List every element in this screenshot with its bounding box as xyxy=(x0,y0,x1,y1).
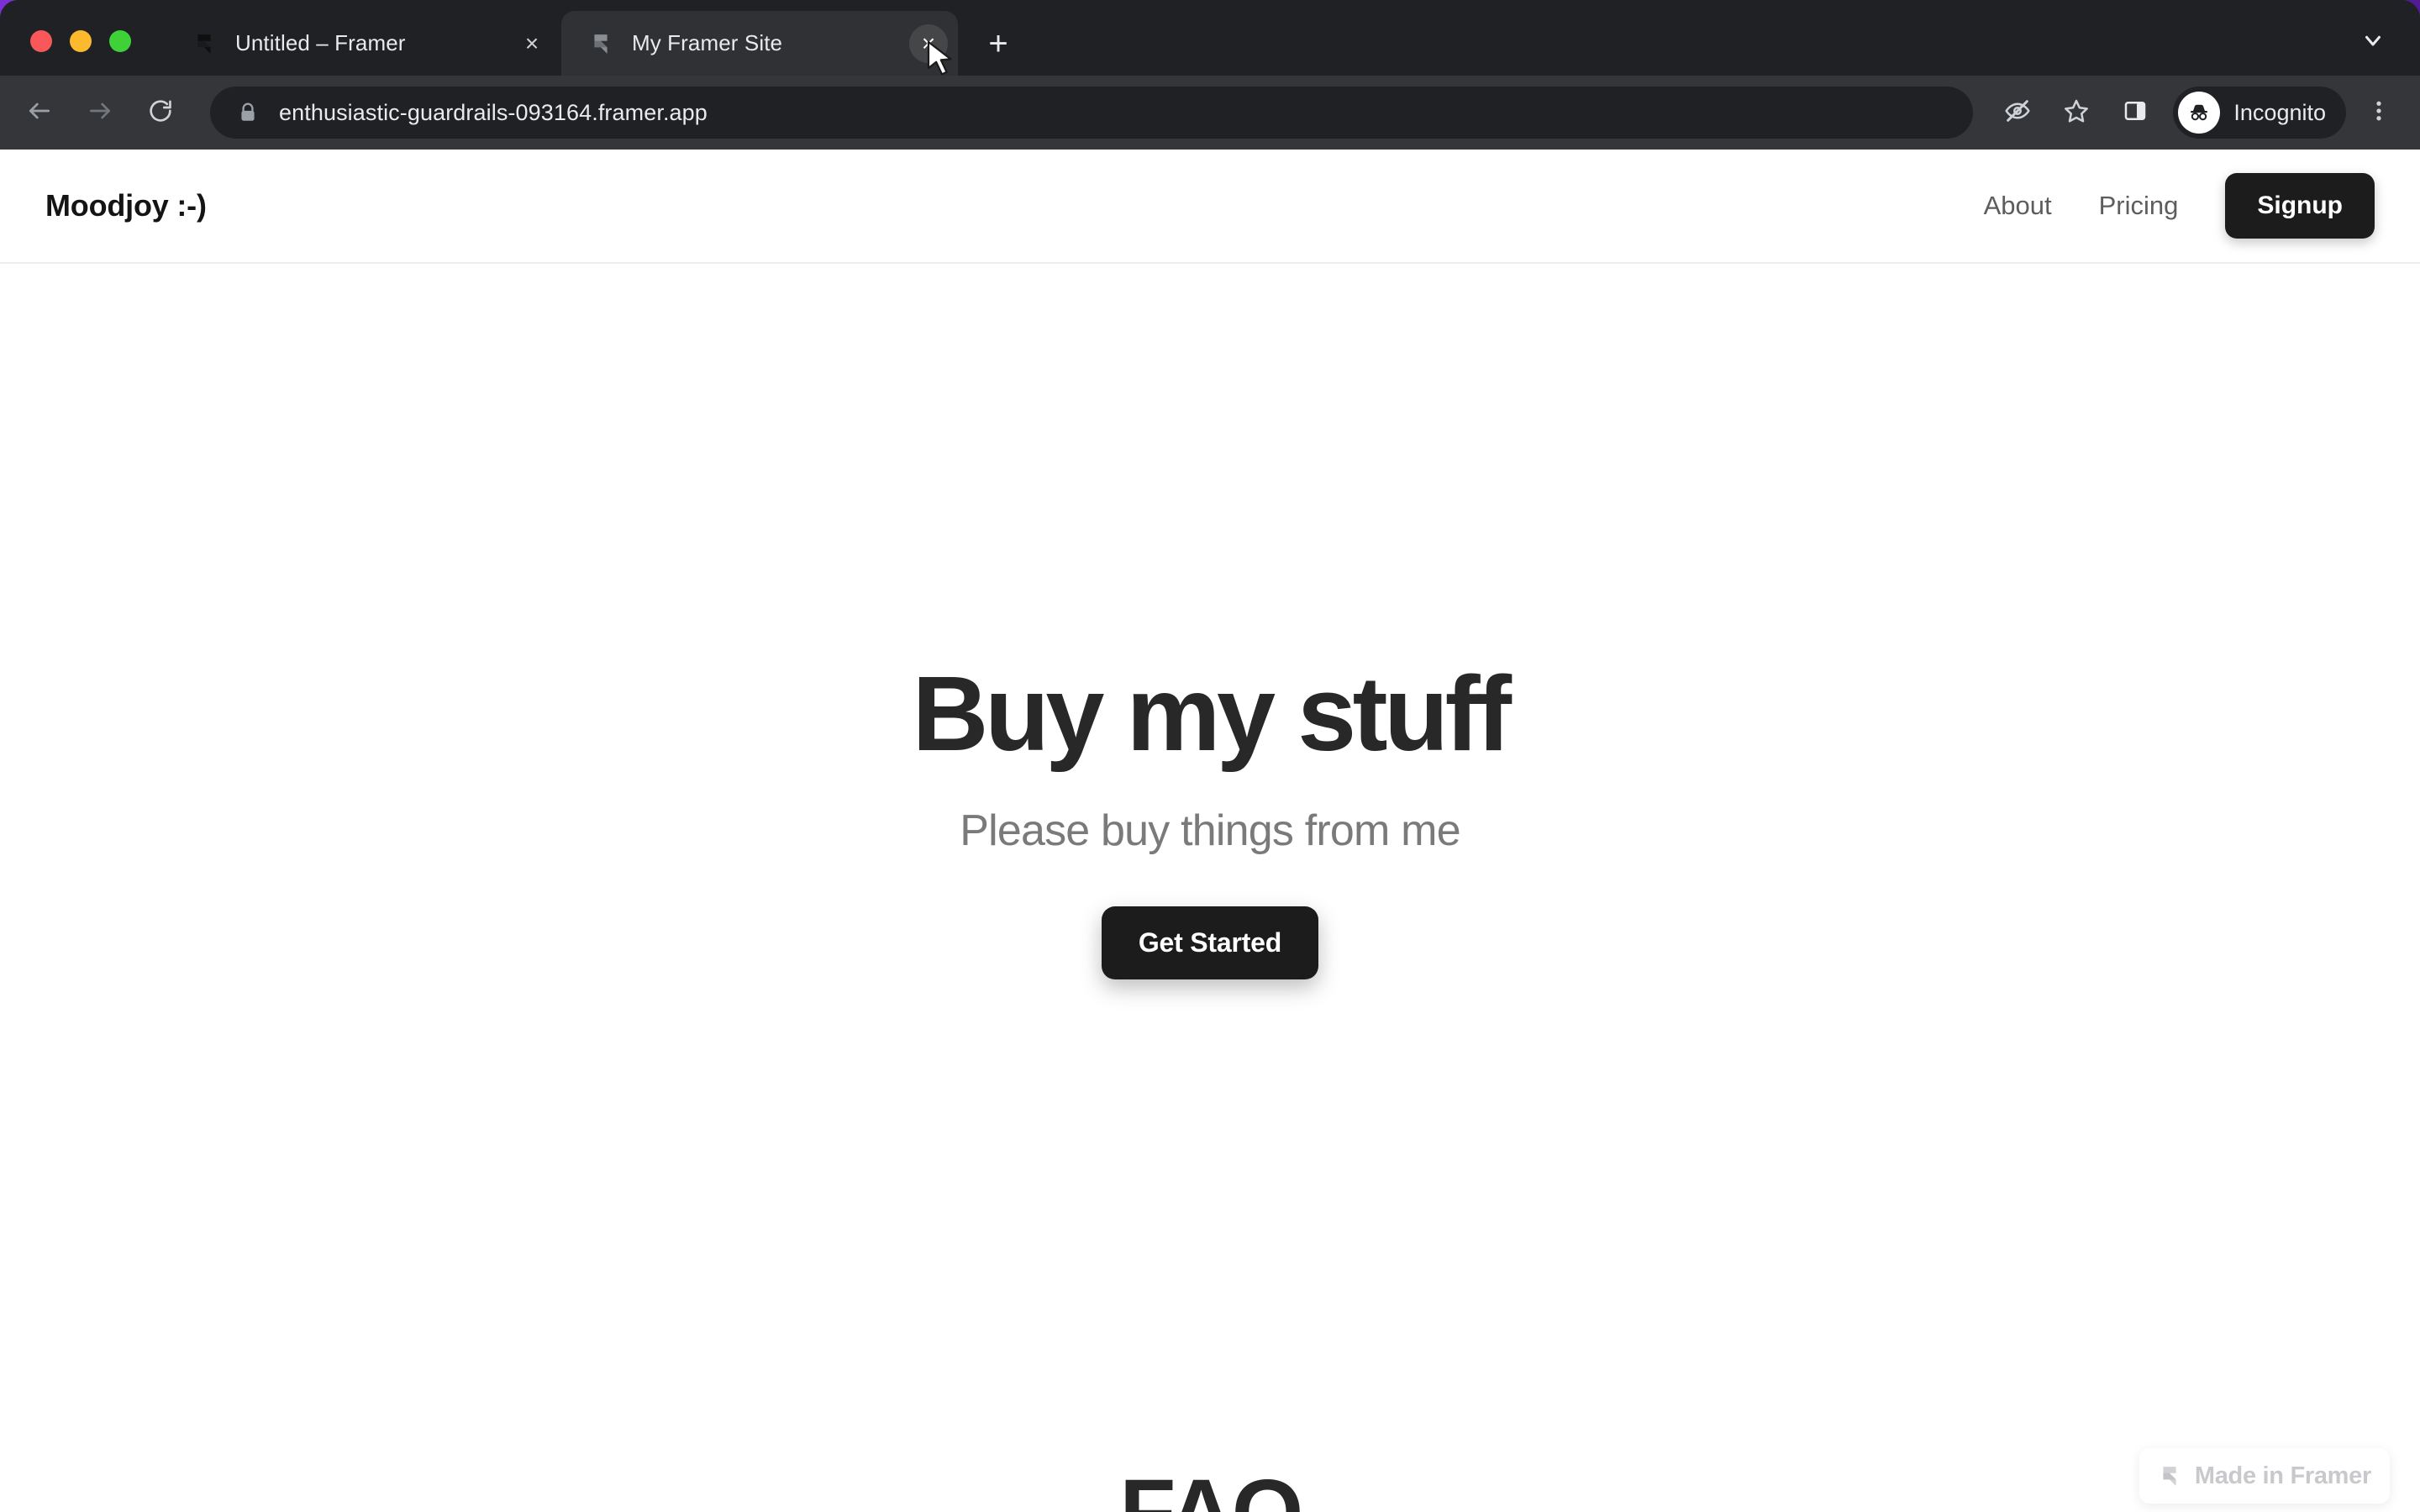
new-tab-button[interactable]: + xyxy=(975,20,1022,67)
forward-arrow-icon xyxy=(87,97,113,129)
address-bar-url: enthusiastic-guardrails-093164.framer.ap… xyxy=(279,99,708,125)
browser-tab-strip: Untitled – Framer × My Framer Site × + xyxy=(0,0,2420,76)
window-traffic-lights xyxy=(30,30,131,52)
browser-tab-close-button[interactable]: × xyxy=(909,24,948,63)
reload-icon xyxy=(147,97,174,129)
page-content: Moodjoy :-) About Pricing Signup Buy my … xyxy=(0,150,2420,1512)
chevron-down-icon xyxy=(2360,28,2386,57)
side-panel-button[interactable] xyxy=(2109,87,2161,139)
browser-tab-untitled-framer[interactable]: Untitled – Framer × xyxy=(165,11,561,76)
hero-section: Buy my stuff Please buy things from me G… xyxy=(0,264,2420,979)
tracking-protection-button[interactable] xyxy=(1991,87,2044,139)
close-icon: × xyxy=(524,29,539,56)
faq-section: FAQ xyxy=(0,1467,2420,1512)
window-close-button[interactable] xyxy=(30,30,52,52)
tab-search-button[interactable] xyxy=(2349,18,2396,66)
nav-link-pricing[interactable]: Pricing xyxy=(2075,191,2202,221)
star-icon xyxy=(2063,97,2090,129)
address-bar[interactable]: enthusiastic-guardrails-093164.framer.ap… xyxy=(210,87,1974,139)
eye-off-icon xyxy=(2004,97,2031,129)
nav-link-about[interactable]: About xyxy=(1960,191,2075,221)
framer-icon xyxy=(192,31,217,56)
browser-toolbar: enthusiastic-guardrails-093164.framer.ap… xyxy=(0,76,2420,150)
hero-title: Buy my stuff xyxy=(912,654,1512,773)
framer-icon xyxy=(2158,1464,2181,1488)
made-in-framer-badge[interactable]: Made in Framer xyxy=(2139,1448,2390,1504)
lock-icon[interactable] xyxy=(234,98,262,127)
three-dot-menu-icon xyxy=(2366,98,2391,128)
forward-button[interactable] xyxy=(74,87,126,139)
window-maximize-button[interactable] xyxy=(109,30,131,52)
toolbar-actions: Incognito xyxy=(1988,87,2408,139)
site-nav-links: About Pricing Signup xyxy=(1960,173,2375,239)
hero-cta-container: Get Started xyxy=(0,906,2420,979)
browser-menu-button[interactable] xyxy=(2353,87,2405,139)
made-in-framer-label: Made in Framer xyxy=(2194,1462,2371,1489)
site-logo[interactable]: Moodjoy :-) xyxy=(45,188,207,223)
site-navigation-bar: Moodjoy :-) About Pricing Signup xyxy=(0,150,2420,264)
side-panel-icon xyxy=(2123,98,2148,128)
profile-chip[interactable]: Incognito xyxy=(2173,87,2346,139)
profile-label: Incognito xyxy=(2233,99,2326,125)
browser-tab-title: Untitled – Framer xyxy=(235,30,406,55)
bookmark-button[interactable] xyxy=(2050,87,2102,139)
incognito-icon xyxy=(2178,92,2221,134)
browser-window: Untitled – Framer × My Framer Site × + e… xyxy=(0,0,2420,1512)
browser-tab-close-button[interactable]: × xyxy=(513,24,551,63)
faq-title: FAQ xyxy=(0,1467,2420,1512)
reload-button[interactable] xyxy=(134,87,187,139)
signup-button[interactable]: Signup xyxy=(2225,173,2375,239)
back-button[interactable] xyxy=(13,87,66,139)
close-icon: × xyxy=(921,29,936,56)
browser-tab-title: My Framer Site xyxy=(632,30,783,55)
get-started-button[interactable]: Get Started xyxy=(1101,906,1319,979)
plus-icon: + xyxy=(988,25,1008,62)
hero-subtitle: Please buy things from me xyxy=(960,806,1460,856)
window-minimize-button[interactable] xyxy=(70,30,92,52)
browser-tab-my-framer-site[interactable]: My Framer Site × xyxy=(561,11,958,76)
framer-icon xyxy=(588,31,613,56)
back-arrow-icon xyxy=(26,97,53,129)
